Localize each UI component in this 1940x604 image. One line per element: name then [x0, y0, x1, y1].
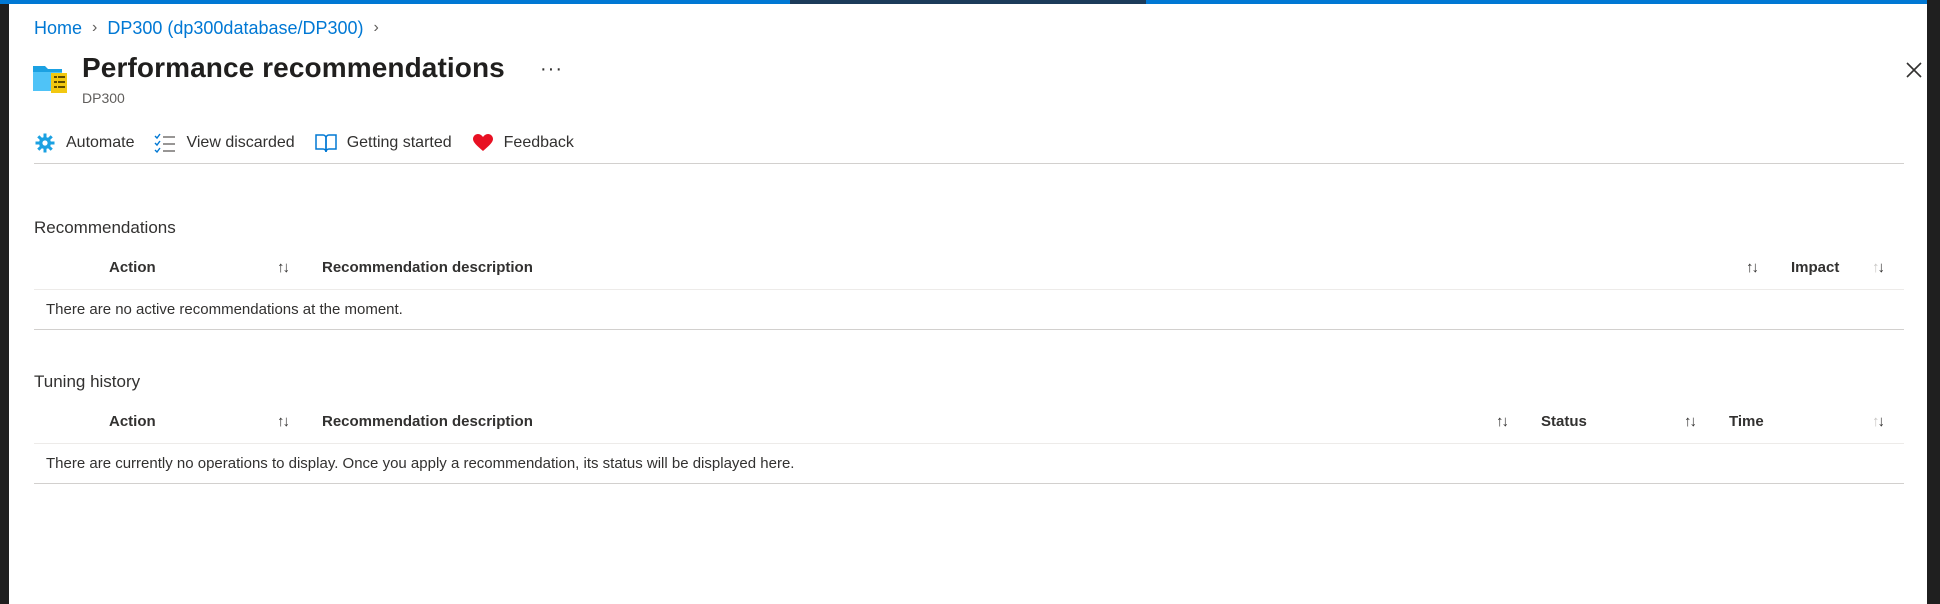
getting-started-label: Getting started [346, 134, 452, 151]
empty-row: There are no active recommendations at t… [34, 290, 1904, 330]
getting-started-button[interactable]: Getting started [314, 132, 452, 154]
column-header-description[interactable]: Recommendation description [322, 413, 533, 430]
sort-icon[interactable]: ↑↓ [277, 259, 290, 276]
tuning-history-title: Tuning history [34, 372, 141, 391]
sort-icon[interactable]: ↑↓ [1496, 413, 1509, 430]
feedback-button[interactable]: Feedback [472, 132, 574, 154]
column-header-action[interactable]: Action [109, 413, 156, 430]
gear-icon [34, 132, 56, 154]
feedback-label: Feedback [503, 134, 574, 151]
performance-recommendations-icon [32, 62, 68, 94]
book-icon [314, 132, 337, 154]
close-icon [1906, 62, 1922, 78]
window-right-edge [1927, 0, 1940, 604]
close-button[interactable] [1900, 56, 1928, 84]
sort-icon[interactable]: ↑↓ [277, 413, 290, 430]
table-header: Action ↑↓ Recommendation description ↑↓ … [34, 403, 1904, 444]
view-discarded-button[interactable]: View discarded [154, 132, 295, 154]
empty-message: There are currently no operations to dis… [46, 455, 795, 472]
chevron-right-icon: › [373, 19, 379, 36]
column-header-description[interactable]: Recommendation description [322, 259, 533, 276]
sort-icon[interactable]: ↑↓ [1746, 259, 1759, 276]
recommendations-table: Action ↑↓ Recommendation description ↑↓ … [34, 249, 1904, 330]
checklist-icon [154, 132, 176, 154]
sort-icon[interactable]: ↑↓ [1872, 413, 1885, 430]
breadcrumb: Home › DP300 (dp300database/DP300) › [34, 16, 389, 40]
command-bar: Automate View discarded Getting started … [34, 128, 594, 158]
toolbar-divider [34, 163, 1904, 164]
column-header-status[interactable]: Status [1541, 413, 1587, 430]
page-subtitle: DP300 [82, 90, 125, 106]
sort-icon[interactable]: ↑↓ [1684, 413, 1697, 430]
automate-label: Automate [66, 134, 135, 151]
heart-icon [472, 132, 494, 154]
breadcrumb-home[interactable]: Home [34, 18, 82, 39]
view-discarded-label: View discarded [186, 134, 295, 151]
chevron-right-icon: › [92, 19, 98, 36]
breadcrumb-database[interactable]: DP300 (dp300database/DP300) [107, 18, 363, 39]
column-header-impact[interactable]: Impact [1791, 259, 1839, 276]
column-header-action[interactable]: Action [109, 259, 156, 276]
table-header: Action ↑↓ Recommendation description ↑↓ … [34, 249, 1904, 290]
empty-row: There are currently no operations to dis… [34, 444, 1904, 484]
tuning-history-table: Action ↑↓ Recommendation description ↑↓ … [34, 403, 1904, 484]
window-left-edge [0, 0, 9, 604]
top-accent-highlight [790, 0, 1146, 4]
column-header-time[interactable]: Time [1729, 413, 1764, 430]
page-title: Performance recommendations [82, 52, 505, 83]
automate-button[interactable]: Automate [34, 132, 134, 154]
more-options-button[interactable]: ··· [540, 58, 563, 81]
recommendations-title: Recommendations [34, 218, 176, 237]
sort-icon[interactable]: ↑↓ [1872, 259, 1885, 276]
blade-header: Performance recommendations ··· DP300 [32, 52, 1922, 112]
empty-message: There are no active recommendations at t… [46, 301, 403, 318]
